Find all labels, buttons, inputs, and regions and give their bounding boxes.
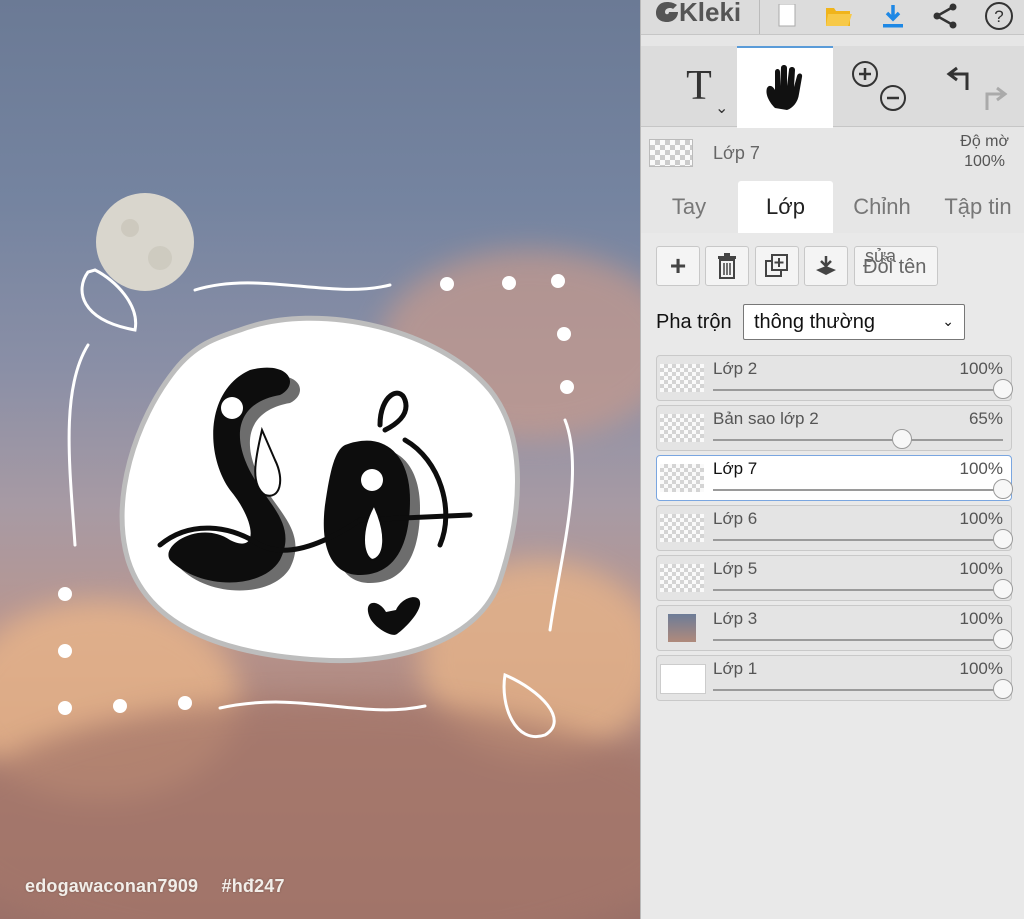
layer-opacity: 100% xyxy=(959,609,1003,628)
layer-opacity-slider[interactable] xyxy=(713,629,1013,649)
hand-tool-icon xyxy=(766,65,803,110)
layer-opacity-slider[interactable] xyxy=(713,679,1013,699)
tool-row: T ⌄ xyxy=(641,46,1024,128)
layer-thumbnail xyxy=(660,564,704,592)
layer-row[interactable]: Lớp 1 100% xyxy=(656,655,1013,701)
duplicate-icon xyxy=(765,254,788,277)
trash-icon xyxy=(718,253,736,279)
zoom-in-icon[interactable] xyxy=(852,61,878,87)
drawing-canvas[interactable]: edogawaconan7909 #hđ247 xyxy=(0,0,640,919)
duplicate-layer-button[interactable] xyxy=(755,246,799,286)
tab-file[interactable]: Tập tin xyxy=(931,181,1024,233)
merge-down-icon xyxy=(816,256,836,275)
layer-opacity-slider[interactable] xyxy=(713,579,1013,599)
redo-icon[interactable] xyxy=(985,86,1008,110)
layer-thumbnail xyxy=(660,464,704,492)
rename-label: Đổi tên xyxy=(863,256,927,278)
hand-tool-button[interactable] xyxy=(737,46,833,128)
watermark-tag: #hđ247 xyxy=(221,876,285,896)
text-tool-button[interactable]: T ⌄ xyxy=(659,46,739,126)
layer-name: Lớp 2 xyxy=(713,359,758,378)
layer-name: Lớp 6 xyxy=(713,509,758,528)
side-panel: Kleki ? T ⌄ Lớp 7 Độ mờ 100% Tay Lớp Chỉ… xyxy=(640,0,1024,919)
layer-opacity: 65% xyxy=(968,409,1003,428)
layer-row[interactable]: Lớp 6 100% xyxy=(656,505,1013,551)
layer-name: Bản sao lớp 2 xyxy=(713,409,819,428)
blend-mode-label: Pha trộn xyxy=(656,311,732,333)
layer-thumbnail xyxy=(660,414,704,442)
layer-row[interactable]: Lớp 5 100% xyxy=(656,555,1013,601)
current-layer-name: Lớp 7 xyxy=(713,143,760,163)
layer-thumbnail xyxy=(660,664,706,694)
slider-handle[interactable] xyxy=(993,679,1013,699)
layer-row[interactable]: Lớp 7 100% xyxy=(656,455,1013,501)
panel-tabs: Tay Lớp Chỉnh Tập tin xyxy=(641,181,1024,234)
layer-opacity: 100% xyxy=(959,459,1003,478)
delete-layer-button[interactable] xyxy=(705,246,749,286)
kleki-logo-icon xyxy=(656,2,678,22)
layer-opacity-slider[interactable] xyxy=(713,379,1013,399)
tab-hand[interactable]: Tay xyxy=(641,181,737,233)
watermark-user: edogawaconan7909 xyxy=(25,876,199,896)
layer-opacity: 100% xyxy=(959,509,1003,528)
new-file-icon[interactable] xyxy=(771,2,803,30)
layer-opacity: 100% xyxy=(959,659,1003,678)
slider-handle[interactable] xyxy=(993,379,1013,399)
layer-opacity-slider[interactable] xyxy=(713,529,1013,549)
add-layer-button[interactable]: + xyxy=(656,246,700,286)
layers-panel: + sửa Đổi tên Pha trộn thông thường ⌄ Lớ… xyxy=(641,233,1024,919)
tab-edit[interactable]: Chỉnh xyxy=(835,181,929,233)
layer-thumbnail xyxy=(660,364,704,392)
blend-mode-value: thông thường xyxy=(754,311,876,333)
layer-opacity: 100% xyxy=(959,359,1003,378)
slider-handle[interactable] xyxy=(993,579,1013,599)
slider-handle[interactable] xyxy=(891,429,912,449)
moon xyxy=(96,193,194,291)
open-folder-icon[interactable] xyxy=(822,2,854,30)
zoom-buttons xyxy=(844,46,914,126)
share-icon[interactable] xyxy=(929,2,961,30)
layer-name: Lớp 7 xyxy=(713,459,758,478)
layer-name: Lớp 1 xyxy=(713,659,758,678)
layer-thumbnail xyxy=(660,514,704,542)
undo-icon[interactable] xyxy=(946,66,969,90)
svg-text:?: ? xyxy=(994,7,1003,26)
plus-icon: + xyxy=(669,250,687,281)
layer-opacity-slider[interactable] xyxy=(713,479,1013,499)
layer-row[interactable]: Bản sao lớp 2 65% xyxy=(656,405,1012,451)
opacity-label: Độ mờ xyxy=(960,133,1009,150)
layer-row[interactable]: Lớp 2 100% xyxy=(656,355,1013,401)
layer-thumbnail xyxy=(668,614,696,642)
chevron-down-icon: ⌄ xyxy=(942,313,954,329)
top-bar: Kleki ? xyxy=(641,0,1024,35)
app-logo-text: Kleki xyxy=(679,0,742,27)
layer-row[interactable]: Lớp 3 100% xyxy=(656,605,1013,651)
layer-name: Lớp 3 xyxy=(713,609,758,628)
blend-mode-select[interactable]: thông thường ⌄ xyxy=(743,304,965,340)
download-icon[interactable] xyxy=(877,2,909,30)
current-layer-thumbnail xyxy=(649,139,693,167)
layer-opacity: 100% xyxy=(959,559,1003,578)
history-buttons xyxy=(936,46,1016,126)
rename-layer-button[interactable]: sửa Đổi tên xyxy=(854,246,938,286)
chevron-down-icon[interactable]: ⌄ xyxy=(715,98,728,118)
artwork xyxy=(58,193,575,739)
opacity-value: 100% xyxy=(964,153,1005,170)
watermark: edogawaconan7909 #hđ247 xyxy=(25,876,303,897)
speech-blob xyxy=(119,315,520,664)
layer-opacity-slider[interactable] xyxy=(713,429,1003,449)
layer-name: Lớp 5 xyxy=(713,559,758,578)
slider-handle[interactable] xyxy=(993,629,1013,649)
tab-layers[interactable]: Lớp xyxy=(738,181,833,233)
merge-layer-button[interactable] xyxy=(804,246,848,286)
current-layer-info: Lớp 7 Độ mờ 100% xyxy=(641,128,1024,178)
slider-handle[interactable] xyxy=(993,479,1013,499)
slider-handle[interactable] xyxy=(993,529,1013,549)
zoom-out-icon[interactable] xyxy=(880,85,906,111)
app-logo[interactable]: Kleki xyxy=(655,0,741,28)
help-icon[interactable]: ? xyxy=(983,2,1015,30)
text-tool-icon: T xyxy=(686,63,712,109)
